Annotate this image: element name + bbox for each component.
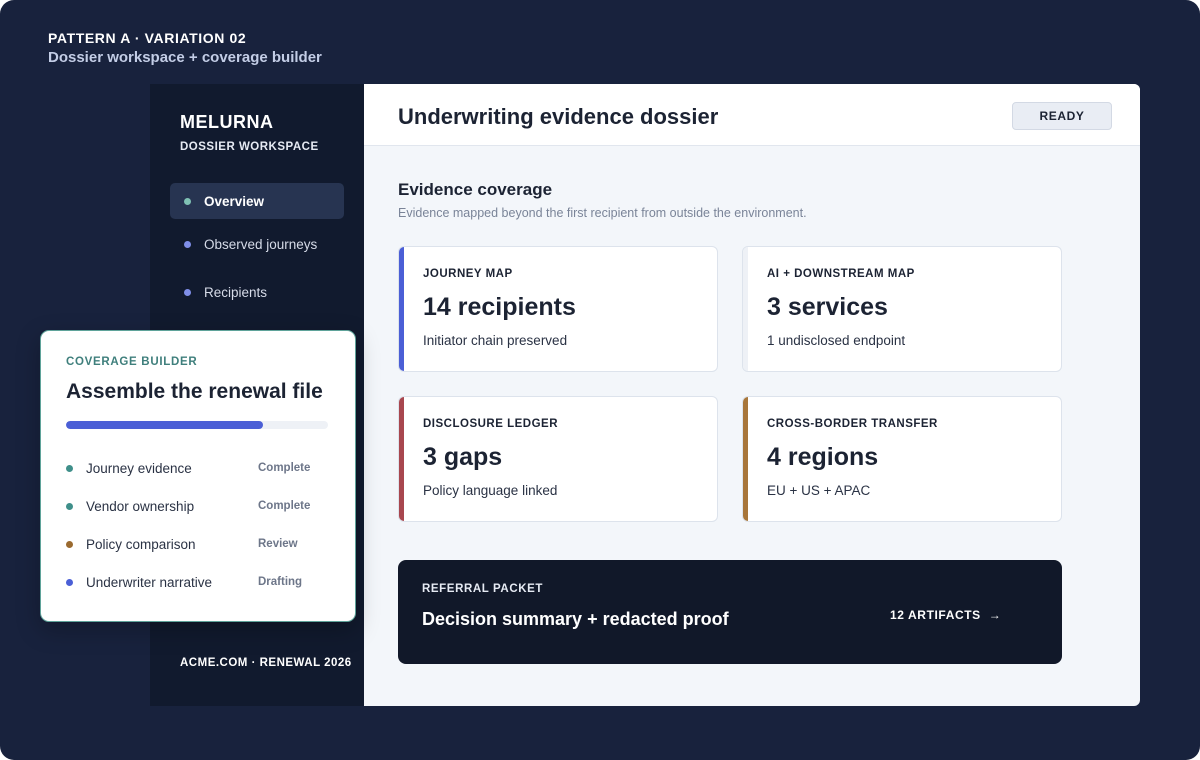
task-name: Underwriter narrative	[86, 574, 213, 590]
card-disclosure-ledger[interactable]: DISCLOSURE LEDGER 3 gaps Policy language…	[398, 396, 718, 522]
brand-name: MELURNA	[180, 112, 274, 132]
status-dot-icon	[66, 464, 73, 472]
brand-subtitle: DOSSIER WORKSPACE	[180, 141, 319, 153]
progress-bar	[66, 421, 328, 429]
card-accent-bar	[399, 247, 404, 371]
task-row[interactable]: Underwriter narrative Drafting	[66, 572, 328, 592]
nav-dot-icon	[184, 197, 191, 205]
status-badge: READY	[1012, 102, 1112, 130]
card-note: 1 undisclosed endpoint	[767, 333, 906, 348]
task-row[interactable]: Vendor ownership Complete	[66, 496, 328, 516]
nav-dot-icon	[184, 288, 191, 296]
referral-packet-panel: REFERRAL PACKET Decision summary + redac…	[398, 560, 1062, 664]
section-subtitle: Evidence mapped beyond the first recipie…	[398, 206, 807, 220]
artifacts-link-label: 12 ARTIFACTS	[890, 608, 981, 622]
sidebar-item-label: Recipients	[204, 284, 268, 300]
card-label: JOURNEY MAP	[423, 268, 513, 280]
task-name: Journey evidence	[86, 460, 192, 476]
builder-label: COVERAGE BUILDER	[66, 356, 198, 368]
card-accent-bar	[399, 397, 404, 521]
referral-label: REFERRAL PACKET	[422, 583, 544, 595]
status-dot-icon	[66, 502, 73, 510]
progress-fill	[66, 421, 263, 429]
task-row[interactable]: Journey evidence Complete	[66, 458, 328, 478]
nav-dot-icon	[184, 240, 191, 248]
status-dot-icon	[66, 540, 73, 548]
sidebar-item-label: Overview	[204, 193, 265, 209]
referral-title: Decision summary + redacted proof	[422, 609, 729, 629]
task-status: Complete	[258, 462, 311, 474]
main-header: Underwriting evidence dossier READY	[364, 84, 1140, 146]
status-dot-icon	[66, 578, 73, 586]
card-ai-downstream-map[interactable]: AI + DOWNSTREAM MAP 3 services 1 undiscl…	[742, 246, 1062, 372]
arrow-right-icon: →	[988, 608, 1002, 622]
main-panel: Underwriting evidence dossier READY Evid…	[364, 84, 1140, 706]
workspace-footer: ACME.COM · RENEWAL 2026	[180, 657, 352, 669]
sidebar-item-observed-journeys[interactable]: Observed journeys	[170, 226, 344, 262]
task-status: Review	[258, 538, 298, 550]
sidebar-item-overview[interactable]: Overview	[170, 183, 344, 219]
task-status: Complete	[258, 500, 311, 512]
card-note: Policy language linked	[423, 483, 558, 498]
page-title: Underwriting evidence dossier	[398, 104, 719, 129]
card-accent-bar	[743, 397, 748, 521]
coverage-builder-card: COVERAGE BUILDER Assemble the renewal fi…	[40, 330, 356, 622]
task-status: Drafting	[258, 576, 303, 588]
pattern-label: PATTERN A · VARIATION 02	[48, 30, 247, 46]
canvas-frame: PATTERN A · VARIATION 02 Dossier workspa…	[0, 0, 1200, 760]
sidebar-item-label: Observed journeys	[204, 236, 318, 252]
card-journey-map[interactable]: JOURNEY MAP 14 recipients Initiator chai…	[398, 246, 718, 372]
card-value: 3 gaps	[423, 443, 503, 471]
card-value: 14 recipients	[423, 293, 576, 321]
task-name: Policy comparison	[86, 536, 196, 552]
card-note: Initiator chain preserved	[423, 333, 568, 348]
sidebar-item-recipients[interactable]: Recipients	[170, 274, 344, 310]
card-note: EU + US + APAC	[767, 483, 871, 498]
pattern-subtitle: Dossier workspace + coverage builder	[48, 49, 322, 66]
task-name: Vendor ownership	[86, 498, 195, 514]
task-row[interactable]: Policy comparison Review	[66, 534, 328, 554]
section-title: Evidence coverage	[398, 180, 553, 199]
card-label: DISCLOSURE LEDGER	[423, 418, 559, 430]
artifacts-link[interactable]: 12 ARTIFACTS →	[890, 608, 1001, 622]
card-label: CROSS-BORDER TRANSFER	[767, 418, 938, 430]
card-cross-border-transfer[interactable]: CROSS-BORDER TRANSFER 4 regions EU + US …	[742, 396, 1062, 522]
card-label: AI + DOWNSTREAM MAP	[767, 268, 915, 280]
builder-title: Assemble the renewal file	[66, 380, 323, 403]
card-value: 4 regions	[767, 443, 879, 471]
card-value: 3 services	[767, 293, 888, 321]
card-accent-bar	[743, 247, 748, 371]
